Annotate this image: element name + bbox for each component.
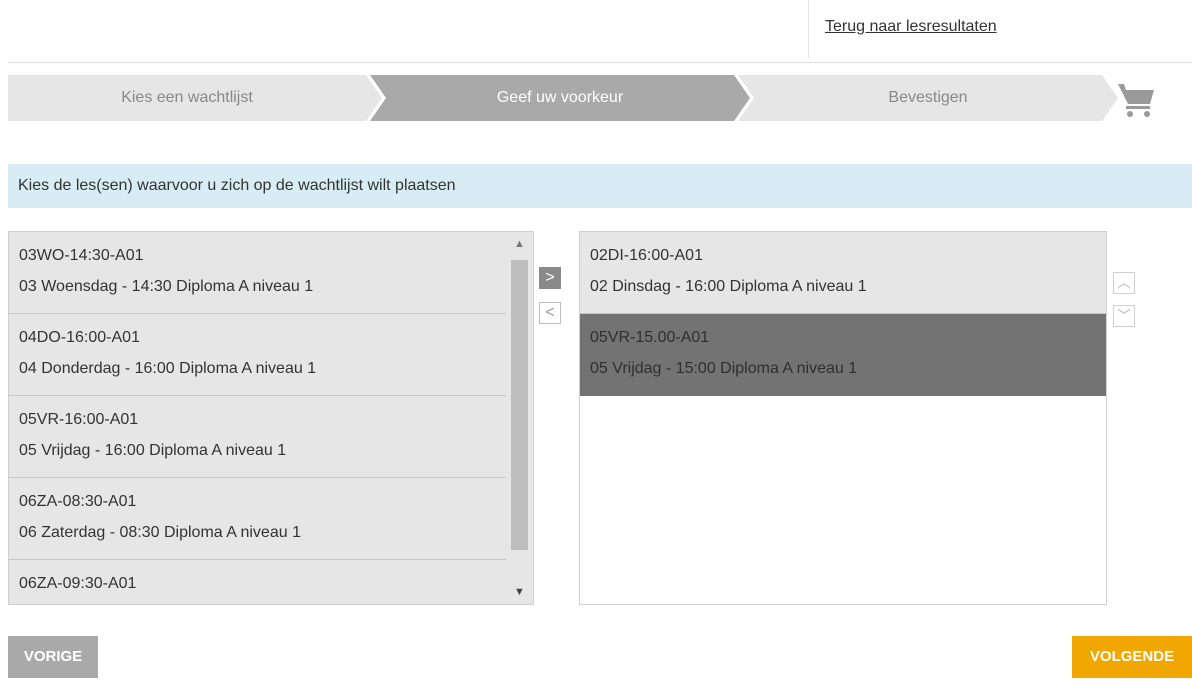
- move-down-chevron-icon[interactable]: ﹀: [1113, 305, 1135, 327]
- selected-lessons-list[interactable]: 02DI-16:00-A01 02 Dinsdag - 16:00 Diplom…: [579, 231, 1107, 605]
- available-item[interactable]: 05VR-16:00-A01 05 Vrijdag - 16:00 Diplom…: [9, 396, 506, 478]
- move-left-chevron-icon[interactable]: <: [539, 302, 561, 324]
- selected-item-highlighted[interactable]: 05VR-15.00-A01 05 Vrijdag - 15:00 Diplom…: [580, 314, 1106, 396]
- item-code: 04DO-16:00-A01: [19, 329, 140, 346]
- available-item[interactable]: 04DO-16:00-A01 04 Donderdag - 16:00 Dipl…: [9, 314, 506, 396]
- item-code: 06ZA-08:30-A01: [19, 493, 137, 510]
- item-description: 05 Vrijdag - 15:00 Diploma A niveau 1: [590, 360, 858, 377]
- back-to-results-link[interactable]: Terug naar lesresultaten: [825, 18, 997, 36]
- scroll-down-arrow-icon[interactable]: ▼: [506, 580, 533, 604]
- available-item[interactable]: 06ZA-09:30-A01: [9, 560, 506, 604]
- item-code: 05VR-15.00-A01: [590, 329, 710, 346]
- step-give-preference: Geef uw voorkeur: [496, 89, 624, 106]
- scroll-thumb[interactable]: [511, 260, 528, 550]
- item-description: 03 Woensdag - 14:30 Diploma A niveau 1: [19, 278, 314, 295]
- move-right-chevron-icon[interactable]: >: [539, 267, 561, 289]
- available-items: 03WO-14:30-A01 03 Woensdag - 14:30 Diplo…: [9, 232, 506, 604]
- move-up-chevron-icon[interactable]: ︿: [1113, 272, 1135, 294]
- previous-button[interactable]: VORIGE: [8, 636, 98, 678]
- header-link-area: Terug naar lesresultaten: [808, 0, 1192, 58]
- available-lessons-list[interactable]: 03WO-14:30-A01 03 Woensdag - 14:30 Diplo…: [8, 231, 534, 605]
- list-scrollbar[interactable]: ▲ ▼: [506, 232, 533, 604]
- wizard-steps: Kies een wachtlijst Geef uw voorkeur Bev…: [8, 75, 1118, 121]
- item-code: 02DI-16:00-A01: [590, 247, 703, 264]
- step-confirm: Bevestigen: [888, 89, 968, 106]
- available-item[interactable]: 03WO-14:30-A01 03 Woensdag - 14:30 Diplo…: [9, 232, 506, 314]
- step-choose-waitlist[interactable]: Kies een wachtlijst: [8, 75, 366, 121]
- instruction-banner: Kies de les(sen) waarvoor u zich op de w…: [8, 164, 1192, 208]
- item-description: 02 Dinsdag - 16:00 Diploma A niveau 1: [590, 278, 867, 295]
- next-button[interactable]: VOLGENDE: [1072, 636, 1192, 678]
- item-description: 06 Zaterdag - 08:30 Diploma A niveau 1: [19, 524, 301, 541]
- item-code: 05VR-16:00-A01: [19, 411, 139, 428]
- header-divider: [8, 62, 1192, 63]
- available-item[interactable]: 06ZA-08:30-A01 06 Zaterdag - 08:30 Diplo…: [9, 478, 506, 560]
- selected-item[interactable]: 02DI-16:00-A01 02 Dinsdag - 16:00 Diplom…: [580, 232, 1106, 314]
- shopping-cart-icon[interactable]: [1116, 78, 1158, 120]
- item-description: 05 Vrijdag - 16:00 Diploma A niveau 1: [19, 442, 287, 459]
- item-description: 04 Donderdag - 16:00 Diploma A niveau 1: [19, 360, 317, 377]
- item-code: 03WO-14:30-A01: [19, 247, 144, 264]
- item-code: 06ZA-09:30-A01: [19, 575, 137, 592]
- item-description: [19, 598, 506, 604]
- scroll-up-arrow-icon[interactable]: ▲: [506, 232, 533, 256]
